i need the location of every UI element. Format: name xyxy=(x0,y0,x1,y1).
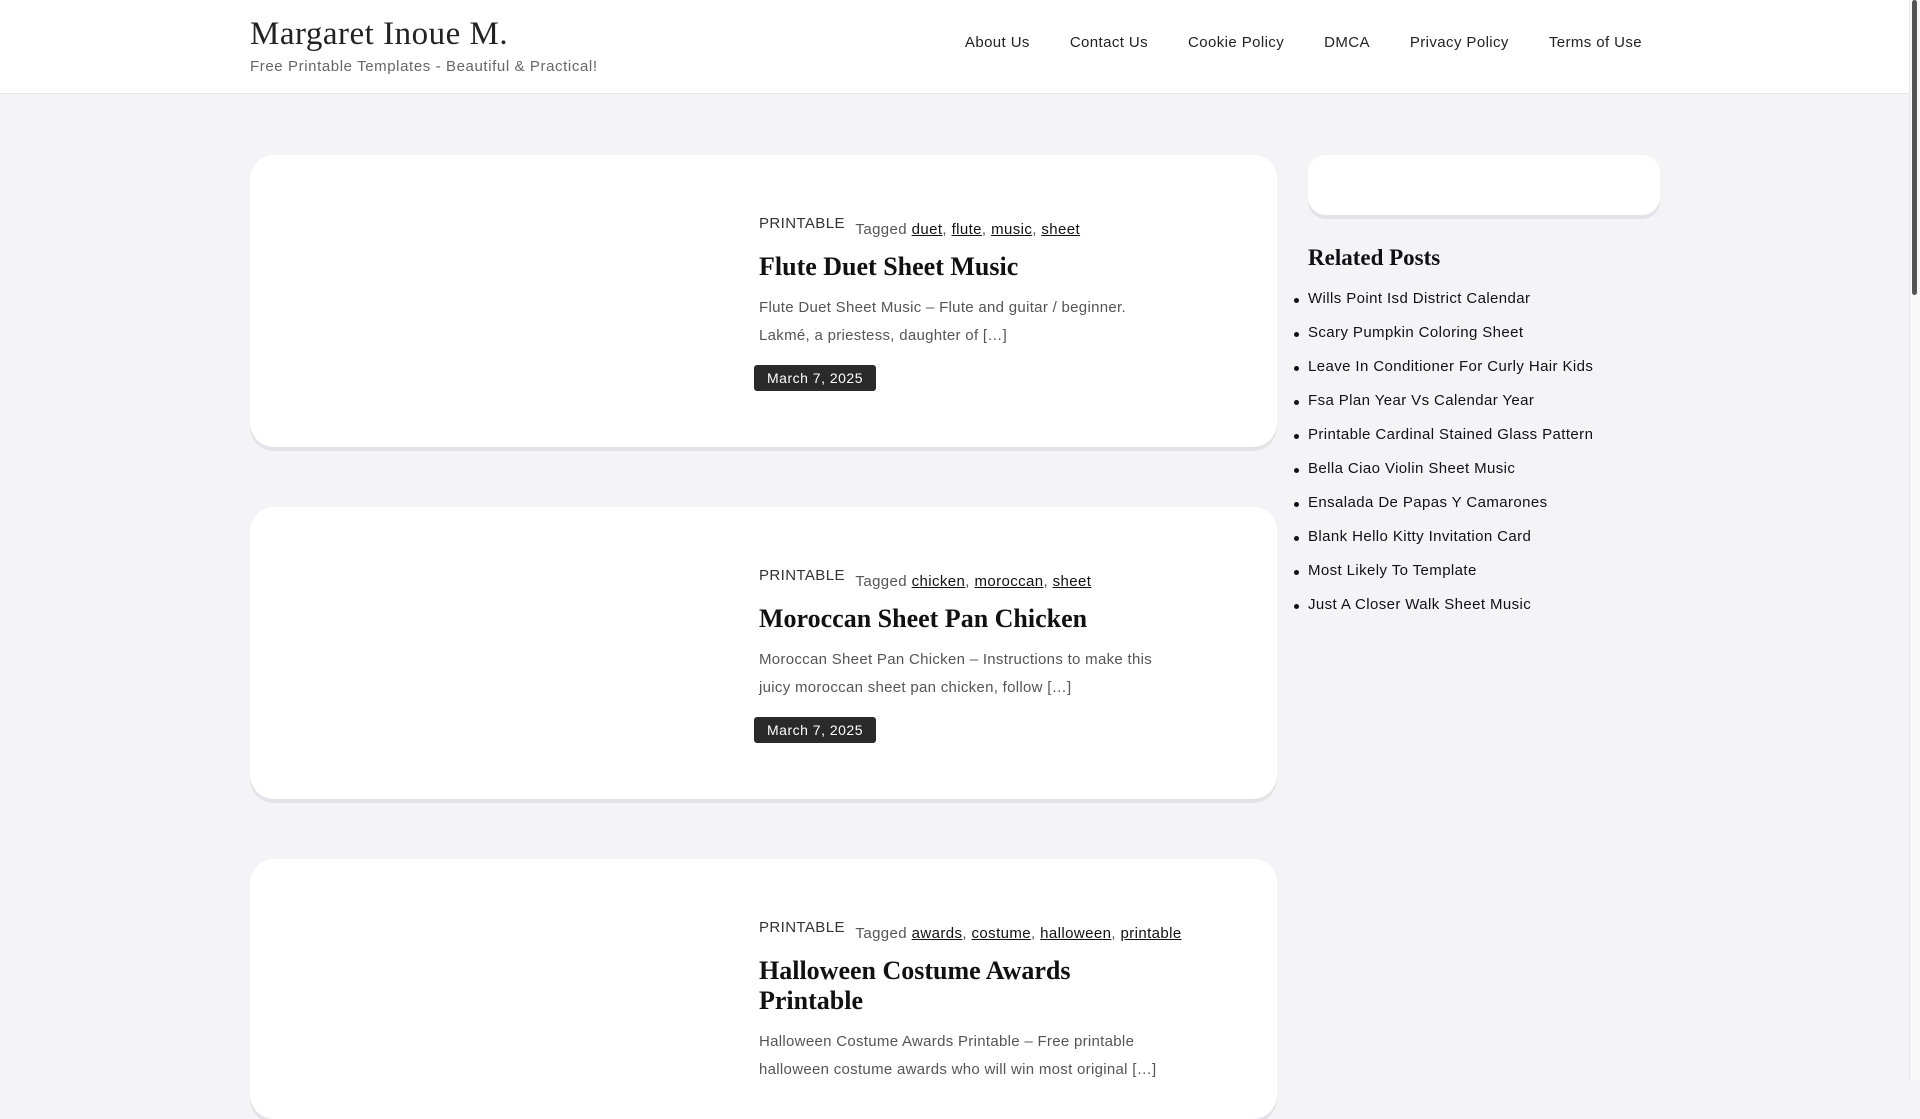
tag-link[interactable]: sheet xyxy=(1053,573,1092,590)
nav-privacy-policy[interactable]: Privacy Policy xyxy=(1390,34,1529,51)
tag-link[interactable]: awards xyxy=(912,925,963,942)
sidebar-widget-box xyxy=(1308,155,1660,215)
post-body: PRINTABLE Tagged chicken, moroccan, shee… xyxy=(754,567,1179,743)
tag-link[interactable]: halloween xyxy=(1040,925,1111,942)
tag-link[interactable]: flute xyxy=(952,221,982,238)
post-body: PRINTABLE Tagged awards, costume, hallow… xyxy=(759,919,1182,1084)
related-posts-list: Wills Point Isd District Calendar Scary … xyxy=(1294,290,1668,630)
post-title[interactable]: Flute Duet Sheet Music xyxy=(759,252,1179,282)
page-scrollbar[interactable] xyxy=(1909,0,1920,1080)
nav-cookie-policy[interactable]: Cookie Policy xyxy=(1168,34,1304,51)
nav-dmca[interactable]: DMCA xyxy=(1304,34,1390,51)
tag-link[interactable]: duet xyxy=(912,221,943,238)
tag-link[interactable]: sheet xyxy=(1041,221,1080,238)
post-category[interactable]: PRINTABLE xyxy=(759,215,845,232)
post-tags: Tagged chicken, moroccan, sheet xyxy=(855,573,1092,590)
related-posts-heading: Related Posts xyxy=(1308,245,1441,270)
related-post-link[interactable]: Most Likely To Template xyxy=(1294,562,1668,596)
site-header: Margaret Inoue M. Free Printable Templat… xyxy=(0,0,1910,94)
post-title[interactable]: Moroccan Sheet Pan Chicken xyxy=(759,604,1179,634)
related-post-link[interactable]: Leave In Conditioner For Curly Hair Kids xyxy=(1294,358,1668,392)
post-tags: Tagged duet, flute, music, sheet xyxy=(855,221,1081,238)
nav-terms-of-use[interactable]: Terms of Use xyxy=(1529,34,1642,51)
tag-link[interactable]: chicken xyxy=(912,573,966,590)
related-post-link[interactable]: Just A Closer Walk Sheet Music xyxy=(1294,596,1668,630)
tag-link[interactable]: costume xyxy=(972,925,1032,942)
post-excerpt: Flute Duet Sheet Music – Flute and guita… xyxy=(759,299,1126,344)
post-excerpt: Moroccan Sheet Pan Chicken – Instruction… xyxy=(759,651,1153,696)
tagged-label: Tagged xyxy=(855,573,908,590)
post-category[interactable]: PRINTABLE xyxy=(759,919,845,936)
related-post-link[interactable]: Bella Ciao Violin Sheet Music xyxy=(1294,460,1668,494)
post-meta: PRINTABLE Tagged chicken, moroccan, shee… xyxy=(759,567,1179,590)
site-tagline: Free Printable Templates - Beautiful & P… xyxy=(250,58,598,75)
post-category[interactable]: PRINTABLE xyxy=(759,567,845,584)
post-meta: PRINTABLE Tagged awards, costume, hallow… xyxy=(759,919,1182,942)
tag-link[interactable]: moroccan xyxy=(974,573,1043,590)
nav-contact-us[interactable]: Contact Us xyxy=(1050,34,1168,51)
post-excerpt: Halloween Costume Awards Printable – Fre… xyxy=(759,1033,1157,1078)
post-card: PRINTABLE Tagged duet, flute, music, she… xyxy=(250,155,1277,447)
post-title[interactable]: Halloween Costume Awards Printable xyxy=(759,956,1179,1016)
post-body: PRINTABLE Tagged duet, flute, music, she… xyxy=(754,215,1179,391)
post-card: PRINTABLE Tagged chicken, moroccan, shee… xyxy=(250,507,1277,799)
site-title[interactable]: Margaret Inoue M. xyxy=(250,16,508,53)
nav-about-us[interactable]: About Us xyxy=(945,34,1050,51)
tagged-label: Tagged xyxy=(855,221,908,238)
post-date-badge: March 7, 2025 xyxy=(754,365,876,391)
related-post-link[interactable]: Scary Pumpkin Coloring Sheet xyxy=(1294,324,1668,358)
main-nav: About Us Contact Us Cookie Policy DMCA P… xyxy=(945,34,1642,51)
tagged-label: Tagged xyxy=(855,925,908,942)
tag-link[interactable]: printable xyxy=(1120,925,1181,942)
tag-link[interactable]: music xyxy=(991,221,1032,238)
related-post-link[interactable]: Wills Point Isd District Calendar xyxy=(1294,290,1668,324)
post-card: PRINTABLE Tagged awards, costume, hallow… xyxy=(250,859,1277,1119)
scrollbar-thumb[interactable] xyxy=(1912,0,1917,295)
related-post-link[interactable]: Fsa Plan Year Vs Calendar Year xyxy=(1294,392,1668,426)
post-meta: PRINTABLE Tagged duet, flute, music, she… xyxy=(759,215,1179,238)
post-tags: Tagged awards, costume, halloween, print… xyxy=(855,925,1182,942)
related-post-link[interactable]: Printable Cardinal Stained Glass Pattern xyxy=(1294,426,1668,460)
post-date-badge: March 7, 2025 xyxy=(754,717,876,743)
related-post-link[interactable]: Blank Hello Kitty Invitation Card xyxy=(1294,528,1668,562)
related-post-link[interactable]: Ensalada De Papas Y Camarones xyxy=(1294,494,1668,528)
